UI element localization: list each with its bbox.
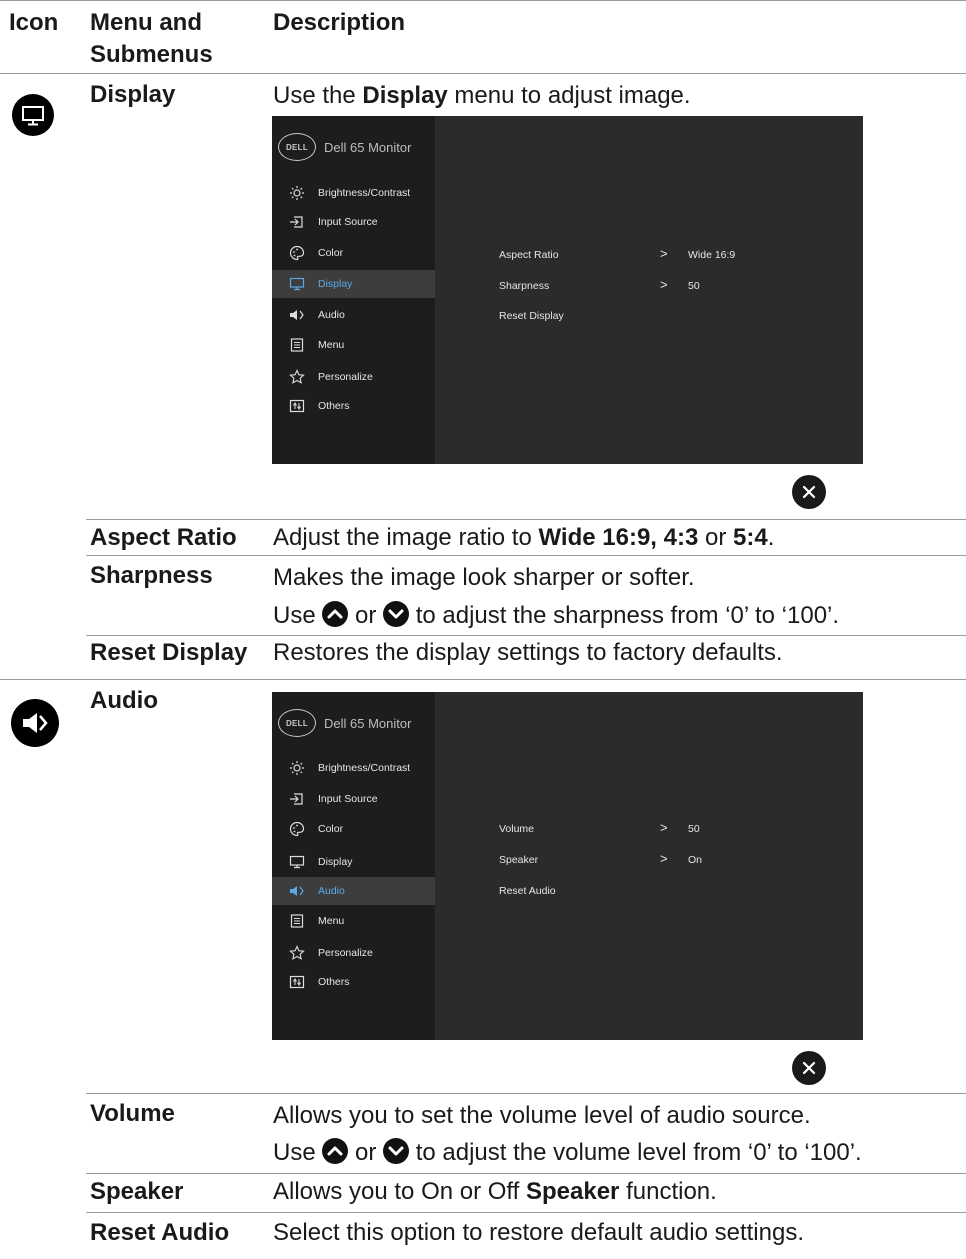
osd-item-display[interactable]: Display [272,270,435,298]
osd-title: Dell 65 Monitor [324,139,412,155]
row-rule [86,1173,966,1174]
chevron-right-icon: > [660,246,668,261]
osd-option-volume[interactable]: Volume [499,823,534,835]
others-icon [289,974,305,990]
osd-item-personalize[interactable]: Personalize [272,939,435,967]
speaker-icon [289,307,305,323]
display-intro: Use the Display menu to adjust image. [273,82,691,109]
osd-option-aspect-ratio[interactable]: Aspect Ratio [499,249,559,261]
palette-icon [289,821,305,837]
volume-name: Volume [90,1100,175,1127]
menu-icon [289,913,305,929]
brightness-icon [289,760,305,776]
monitor-icon [289,854,305,870]
chevron-down-icon [383,601,410,627]
brightness-icon [289,185,305,201]
osd-item-audio[interactable]: Audio [272,301,435,329]
section-rule [0,679,966,680]
display-osd-screen: DELL Dell 65 Monitor Brightness/Contrast… [272,116,863,464]
chevron-down-icon [383,1138,410,1164]
osd-value-sharpness: 50 [688,280,700,292]
chevron-right-icon: > [660,277,668,292]
audio-osd-screen: DELL Dell 65 Monitor Brightness/Contrast… [272,692,863,1040]
chevron-up-icon [322,1138,349,1164]
osd-option-sharpness[interactable]: Sharpness [499,280,549,292]
monitor-icon [289,276,305,292]
speaker-icon [289,883,305,899]
osd-brand: DELL Dell 65 Monitor [278,133,412,161]
reset-display-desc: Restores the display settings to factory… [273,639,783,666]
osd-item-others[interactable]: Others [272,968,435,996]
chevron-up-icon [322,601,349,627]
menu-icon [289,337,305,353]
osd-item-menu[interactable]: Menu [272,331,435,359]
reset-display-name: Reset Display [90,639,248,666]
dell-logo: DELL [278,133,316,161]
aspect-ratio-name: Aspect Ratio [90,524,237,551]
row-rule [86,519,966,520]
palette-icon [289,245,305,261]
display-title: Display [90,81,176,108]
osd-item-brightness[interactable]: Brightness/Contrast [272,179,435,207]
osd-value-volume: 50 [688,823,700,835]
header-rule [0,73,966,74]
top-rule [0,0,966,1]
audio-title: Audio [90,687,158,714]
speaker-icon [11,699,59,747]
volume-desc-line1: Allows you to set the volume level of au… [273,1102,811,1129]
osd-value-aspect-ratio: Wide 16:9 [688,249,736,261]
row-rule [86,1212,966,1213]
header-description: Description [273,9,406,36]
row-rule [86,1093,966,1094]
row-rule [86,635,966,636]
others-icon [289,398,305,414]
volume-desc-line2: Use or to adjust the volume level from ‘… [273,1138,862,1166]
header-icon: Icon [9,9,59,36]
osd-option-reset-display[interactable]: Reset Display [499,310,564,322]
osd-value-speaker: On [688,854,703,866]
monitor-icon [12,94,54,136]
input-source-icon [289,791,305,807]
osd-title: Dell 65 Monitor [324,715,412,731]
sharpness-desc-line2: Use or to adjust the sharpness from ‘0’ … [273,601,840,629]
osd-brand: DELL Dell 65 Monitor [278,709,412,737]
osd-item-color[interactable]: Color [272,815,435,843]
chevron-right-icon: > [660,851,668,866]
osd-item-menu[interactable]: Menu [272,907,435,935]
input-source-icon [289,214,305,230]
star-icon [289,945,305,961]
sharpness-name: Sharpness [90,562,213,589]
speaker-name: Speaker [90,1178,184,1205]
osd-option-speaker[interactable]: Speaker [499,854,538,866]
osd-item-brightness[interactable]: Brightness/Contrast [272,754,435,782]
osd-item-input-source[interactable]: Input Source [272,208,435,236]
close-icon[interactable] [792,1051,826,1085]
osd-item-color[interactable]: Color [272,239,435,267]
osd-option-reset-audio[interactable]: Reset Audio [499,885,556,897]
aspect-ratio-desc: Adjust the image ratio to Wide 16:9, 4:3… [273,524,775,551]
reset-audio-desc: Select this option to restore default au… [273,1219,804,1246]
speaker-desc: Allows you to On or Off Speaker function… [273,1178,717,1205]
reset-audio-name: Reset Audio [90,1219,230,1246]
osd-item-input-source[interactable]: Input Source [272,785,435,813]
osd-item-others[interactable]: Others [272,392,435,420]
close-icon[interactable] [792,475,826,509]
star-icon [289,369,305,385]
dell-logo: DELL [278,709,316,737]
osd-item-personalize[interactable]: Personalize [272,363,435,391]
header-menu-line1: Menu and [90,9,202,36]
sharpness-desc-line1: Makes the image look sharper or softer. [273,564,695,591]
header-menu-line2: Submenus [90,41,213,68]
osd-item-display[interactable]: Display [272,848,435,876]
osd-item-audio[interactable]: Audio [272,877,435,905]
chevron-right-icon: > [660,820,668,835]
row-rule [86,555,966,556]
